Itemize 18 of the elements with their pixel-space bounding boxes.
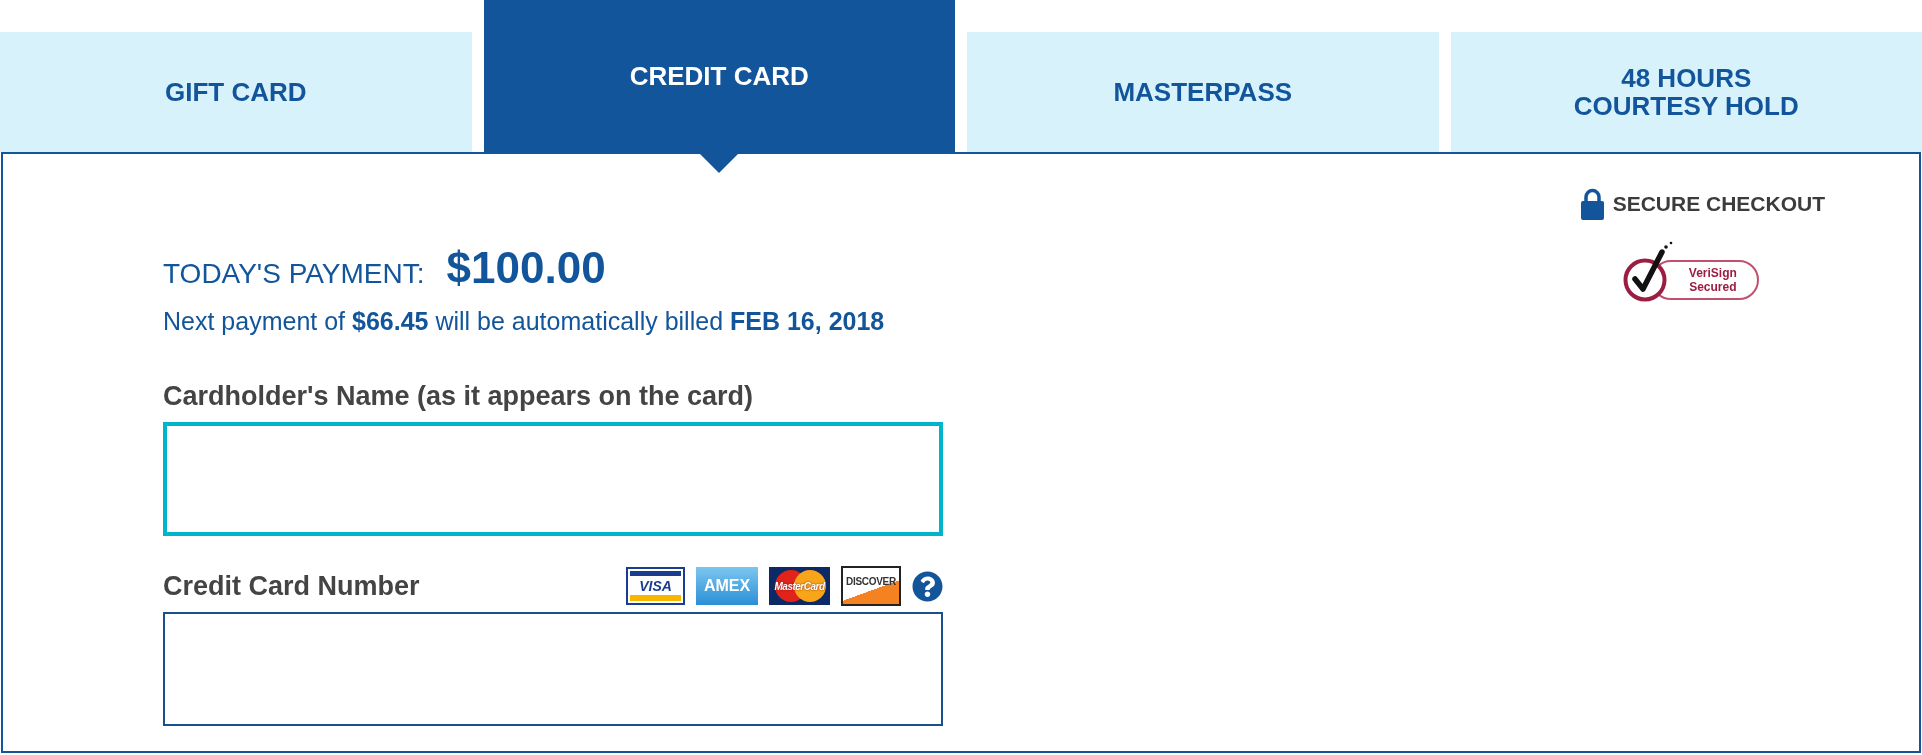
tab[interactable]: MASTERPASS [967, 32, 1439, 152]
field-label: Cardholder's Name (as it appears on the card) [163, 380, 754, 413]
next-payment-note: Next payment of $66.45 will be automatically billed FEB 16, 2018 [163, 306, 886, 336]
visa-logo: VISA [626, 567, 685, 605]
payment-label: TODAY'S PAYMENT: [163, 257, 425, 291]
secure-checkout-label: SECURE CHECKOUT [1612, 191, 1825, 218]
tab[interactable]: 48 HOURS COURTESY HOLD [1450, 32, 1922, 152]
field-label: Credit Card Number [163, 570, 420, 603]
discover-logo: DISCOVER [841, 566, 901, 606]
payment-amount: $100.00 [446, 246, 606, 290]
input-field[interactable] [163, 612, 943, 726]
input-field[interactable] [163, 422, 943, 536]
tab[interactable]: CREDIT CARD [483, 0, 955, 152]
amex-logo: AMEX [696, 567, 758, 605]
help-icon[interactable] [912, 570, 943, 602]
check-seal-icon [1622, 240, 1675, 302]
lock-icon [1580, 188, 1604, 220]
tab[interactable]: GIFT CARD [0, 32, 472, 152]
